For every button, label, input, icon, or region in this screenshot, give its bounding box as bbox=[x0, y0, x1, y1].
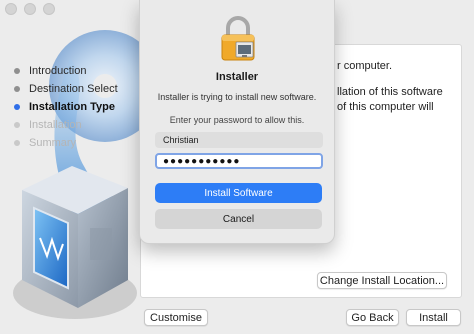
close-window-button[interactable] bbox=[5, 3, 17, 15]
step-dot bbox=[14, 140, 20, 146]
auth-dialog: Installer Installer is trying to install… bbox=[139, 0, 335, 244]
content-text: r computer. llation of this software of … bbox=[337, 59, 457, 115]
content-line: r computer. bbox=[337, 60, 393, 72]
content-line: of this computer will bbox=[337, 101, 434, 113]
step-dot bbox=[14, 86, 20, 92]
step-label: Installation bbox=[29, 119, 82, 131]
step-label: Introduction bbox=[29, 65, 87, 77]
step-installation: Installation bbox=[14, 116, 118, 134]
install-button[interactable]: Install bbox=[406, 309, 461, 326]
install-software-button[interactable]: Install Software bbox=[155, 183, 322, 203]
step-dot bbox=[14, 122, 20, 128]
go-back-button[interactable]: Go Back bbox=[346, 309, 399, 326]
step-dot bbox=[14, 68, 20, 74]
minimize-window-button[interactable] bbox=[24, 3, 36, 15]
password-field[interactable]: ●●●●●●●●●●● bbox=[155, 153, 323, 169]
content-line: llation of this software bbox=[337, 86, 443, 98]
step-label: Destination Select bbox=[29, 83, 118, 95]
step-introduction: Introduction bbox=[14, 62, 118, 80]
step-dot bbox=[14, 104, 20, 110]
change-install-location-button[interactable]: Change Install Location... bbox=[317, 272, 447, 289]
cancel-button[interactable]: Cancel bbox=[155, 209, 322, 229]
zoom-window-button[interactable] bbox=[43, 3, 55, 15]
step-installation-type: Installation Type bbox=[14, 98, 118, 116]
step-destination-select: Destination Select bbox=[14, 80, 118, 98]
customise-button[interactable]: Customise bbox=[144, 309, 208, 326]
dialog-prompt: Enter your password to allow this. bbox=[169, 115, 305, 125]
dialog-title: Installer bbox=[215, 71, 259, 83]
window-controls bbox=[5, 3, 55, 15]
dialog-message: Installer is trying to install new softw… bbox=[157, 92, 317, 102]
step-label: Summary bbox=[29, 137, 77, 149]
lock-icon bbox=[219, 14, 257, 62]
step-summary: Summary bbox=[14, 134, 118, 152]
username-field[interactable]: Christian bbox=[155, 132, 323, 148]
step-label: Installation Type bbox=[29, 101, 115, 113]
steps-sidebar: Introduction Destination Select Installa… bbox=[14, 62, 118, 152]
